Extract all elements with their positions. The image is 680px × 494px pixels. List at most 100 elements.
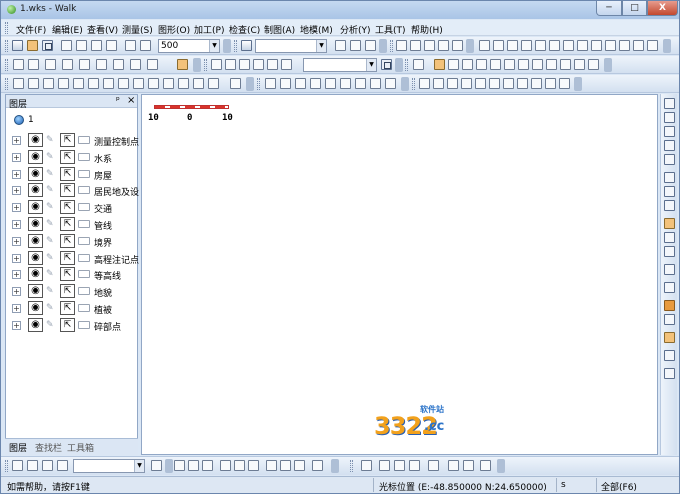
view-3d-icon[interactable] (396, 40, 407, 51)
edit-join-icon[interactable] (605, 40, 616, 51)
map-legend-icon[interactable] (475, 78, 486, 89)
square-icon[interactable] (504, 59, 515, 70)
layer-root-label[interactable]: 1 (28, 115, 34, 125)
pen-icon[interactable] (267, 59, 278, 70)
zoom-next-icon[interactable] (664, 126, 675, 137)
toolbar-grip[interactable] (5, 40, 8, 52)
expand-icon[interactable]: + (12, 287, 21, 297)
menu-edit[interactable]: 编辑(E) (52, 23, 83, 36)
view-fit-icon[interactable] (452, 40, 463, 51)
layer-name[interactable]: 交通 (94, 202, 112, 215)
edit-chamfer-icon[interactable] (633, 40, 644, 51)
menu-cartography[interactable]: 制图(A) (264, 23, 295, 36)
select-cursor-icon[interactable]: ⇱ (60, 149, 75, 164)
layer-stack-icon[interactable] (42, 460, 53, 471)
symbol-icon[interactable] (281, 59, 292, 70)
map-sheet-icon[interactable] (461, 78, 472, 89)
snap-toggle-icon[interactable] (78, 169, 90, 178)
text-rotate-icon[interactable] (340, 78, 351, 89)
zoom-window-icon[interactable] (664, 98, 675, 109)
select-cursor-icon[interactable]: ⇱ (60, 267, 75, 282)
view-rotate-icon[interactable] (410, 40, 421, 51)
menu-file[interactable]: 文件(F) (16, 23, 46, 36)
pencil-icon[interactable]: ✎ (46, 319, 54, 331)
tab-layers[interactable]: 图层 (9, 441, 27, 454)
layer-row[interactable]: + ◉ ✎ ⇱ 交通 (6, 200, 137, 216)
layer-row[interactable]: + ◉ ✎ ⇱ 植被 (6, 301, 137, 317)
layer-row[interactable]: + ◉ ✎ ⇱ 水系 (6, 149, 137, 166)
select-node-icon[interactable] (13, 59, 24, 70)
layer-name[interactable]: 地貌 (94, 286, 112, 299)
vertex-edit-icon[interactable] (45, 59, 56, 70)
expand-icon[interactable]: + (12, 320, 21, 330)
layer-name[interactable]: 碎部点 (94, 320, 121, 333)
layer-name[interactable]: 房屋 (94, 169, 112, 182)
menu-grip[interactable] (5, 22, 8, 34)
circle-icon[interactable] (518, 59, 529, 70)
layer-name[interactable]: 等高线 (94, 269, 121, 282)
layer-name[interactable]: 管线 (94, 219, 112, 232)
layer-icon[interactable] (241, 40, 252, 51)
toolbar-grip[interactable] (204, 59, 207, 71)
sector-icon[interactable] (574, 59, 585, 70)
menu-help[interactable]: 帮助(H) (411, 23, 443, 36)
tab-find[interactable]: 查找栏 (35, 441, 62, 454)
toolbar-overflow[interactable] (223, 39, 231, 53)
layer-name[interactable]: 居民地及设 (94, 185, 139, 198)
layer-name[interactable]: 水系 (94, 152, 112, 165)
window-icon[interactable] (220, 460, 231, 471)
polygon-icon[interactable] (239, 59, 250, 70)
map-scale-icon[interactable] (503, 78, 514, 89)
expand-icon[interactable]: + (12, 270, 21, 280)
circle-center-icon[interactable] (532, 59, 543, 70)
pencil-icon[interactable]: ✎ (46, 252, 54, 264)
divide-icon[interactable] (103, 78, 114, 89)
arrow-line-icon[interactable] (28, 78, 39, 89)
maximize-button[interactable]: □ (622, 1, 647, 16)
edit-fillet-icon[interactable] (619, 40, 630, 51)
layer-name[interactable]: 测量控制点 (94, 135, 139, 148)
toolbar-overflow[interactable] (395, 58, 403, 72)
toolbar-grip[interactable] (405, 59, 408, 71)
table-icon[interactable] (234, 460, 245, 471)
pencil-icon[interactable]: ✎ (46, 235, 54, 247)
merge-line-icon[interactable] (130, 59, 141, 70)
select-cursor-icon[interactable]: ⇱ (60, 133, 75, 147)
expand-icon[interactable]: + (12, 152, 21, 162)
toolbar-overflow[interactable] (165, 459, 173, 473)
hatch-icon[interactable] (588, 59, 599, 70)
edit-scale-icon[interactable] (521, 40, 532, 51)
layer-list-icon[interactable] (27, 460, 38, 471)
toolbar-grip[interactable] (234, 40, 237, 52)
toolbar-overflow[interactable] (379, 39, 387, 53)
donut-icon[interactable] (560, 59, 571, 70)
snap-toggle-icon[interactable] (78, 236, 90, 245)
expand-icon[interactable]: + (12, 169, 21, 179)
snap-toggle-icon[interactable] (78, 304, 90, 312)
target-icon[interactable] (58, 78, 69, 89)
ellipse-icon[interactable] (490, 59, 501, 70)
toolbar-overflow[interactable] (246, 77, 254, 91)
text-icon[interactable] (253, 59, 264, 70)
edit-offset-icon[interactable] (549, 40, 560, 51)
tile-icon[interactable] (248, 460, 259, 471)
eye-icon[interactable]: ◉ (28, 149, 43, 164)
info-icon[interactable] (664, 264, 675, 275)
expand-icon[interactable]: + (12, 186, 21, 196)
map-clip-icon[interactable] (545, 78, 556, 89)
menu-analysis[interactable]: 分析(Y) (340, 23, 371, 36)
zoom-in-icon[interactable] (664, 172, 675, 183)
code-combo[interactable]: ▼ (303, 58, 377, 72)
toolbar-grip[interactable] (5, 460, 8, 472)
code-table-icon[interactable] (381, 59, 392, 70)
layer-combo[interactable]: ▼ (255, 39, 327, 53)
split-line-icon[interactable] (113, 59, 124, 70)
map-export-icon[interactable] (531, 78, 542, 89)
refresh-icon[interactable] (664, 140, 675, 151)
area-merge-icon[interactable] (409, 460, 420, 471)
edit-break-icon[interactable] (591, 40, 602, 51)
chevron-down-icon[interactable]: ▼ (366, 59, 376, 71)
toolbar-grip[interactable] (257, 78, 260, 90)
text-style-icon[interactable] (280, 78, 291, 89)
map-north-icon[interactable] (489, 78, 500, 89)
